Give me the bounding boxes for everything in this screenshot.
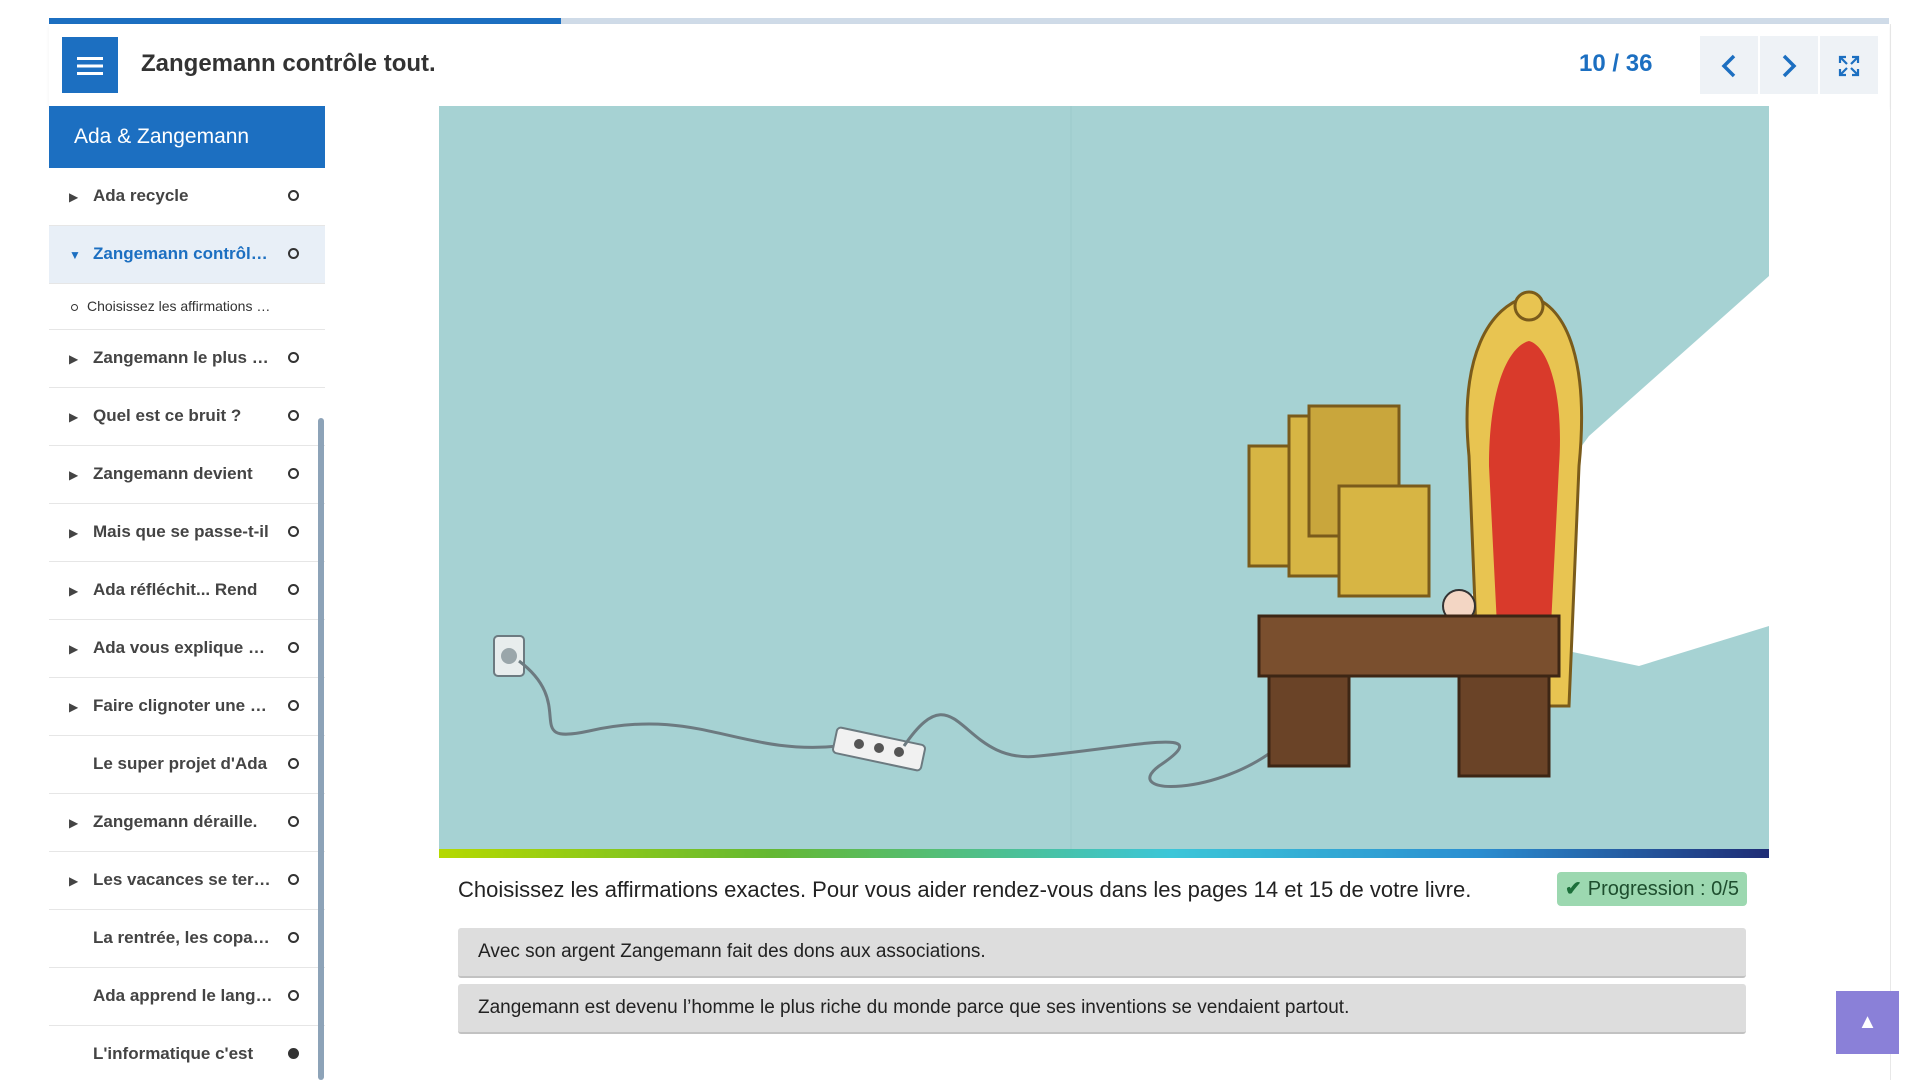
toc-item-zangemann-devient[interactable]: ▶ Zangemann devient: [49, 446, 325, 504]
caret-right-icon: ▶: [69, 410, 79, 424]
toc-item-label: Ada recycle: [93, 186, 189, 205]
status-circle-icon: [288, 352, 299, 363]
caret-right-icon: ▶: [69, 584, 79, 598]
toc-item-label: Faire clignoter une LED: [93, 696, 273, 715]
menu-icon: [77, 48, 103, 81]
menu-button[interactable]: [62, 37, 118, 93]
toc-item-zangemann-deraille[interactable]: ▶ Zangemann déraille.: [49, 794, 325, 852]
decorative-color-strip: [439, 849, 1769, 858]
toc-item-label: Ada vous explique comment: [93, 638, 273, 657]
top-bar: Zangemann contrôle tout. 10 / 36: [49, 24, 1889, 107]
next-page-button[interactable]: [1760, 36, 1818, 94]
toc-item-faire-clignoter[interactable]: ▶ Faire clignoter une LED: [49, 678, 325, 736]
previous-page-button[interactable]: [1700, 36, 1758, 94]
toc-item-label: Zangemann le plus riche: [93, 348, 273, 367]
bullet-icon: [71, 304, 78, 311]
caret-right-icon: ▶: [69, 642, 79, 656]
toc-item-ada-reflechit[interactable]: ▶ Ada réfléchit... Rend: [49, 562, 325, 620]
check-icon: ✔: [1565, 878, 1582, 900]
toc-item-zangemann-controle[interactable]: ▼ Zangemann contrôle tout.: [49, 226, 325, 284]
toc-item-label: La rentrée, les copains: [93, 928, 273, 947]
toc-item-label: Les vacances se terminent: [93, 870, 273, 889]
status-circle-icon: [288, 526, 299, 537]
progression-badge: ✔ Progression : 0/5: [1557, 872, 1747, 906]
page-title: Zangemann contrôle tout.: [141, 50, 436, 77]
toc-item-super-projet[interactable]: Le super projet d'Ada: [49, 736, 325, 794]
caret-right-icon: ▶: [69, 874, 79, 888]
toc-item-label: Ada apprend le langage: [93, 986, 273, 1005]
chevron-left-icon: [1720, 48, 1738, 81]
toc-subitem-label: Choisissez les affirmations exactes: [87, 298, 275, 314]
status-circle-icon: [288, 248, 299, 259]
toc-item-ada-apprend[interactable]: Ada apprend le langage: [49, 968, 325, 1026]
scroll-to-top-button[interactable]: ▲: [1836, 991, 1899, 1054]
caret-right-icon: ▶: [69, 526, 79, 540]
toc-item-zangemann-riche[interactable]: ▶ Zangemann le plus riche: [49, 330, 325, 388]
toc-item-label: L'informatique c'est: [93, 1044, 254, 1063]
status-circle-icon: [288, 410, 299, 421]
current-page: 10: [1579, 50, 1606, 77]
caret-right-icon: ▶: [69, 468, 79, 482]
toc-item-label: Zangemann devient: [93, 464, 253, 483]
arrow-up-icon: ▲: [1857, 1011, 1878, 1033]
status-circle-icon: [288, 700, 299, 711]
status-circle-icon: [288, 874, 299, 885]
answer-option[interactable]: Avec son argent Zangemann fait des dons …: [458, 928, 1746, 978]
toc-item-label: Mais que se passe-t-il: [93, 522, 269, 541]
caret-right-icon: ▶: [69, 352, 79, 366]
fullscreen-icon: [1838, 48, 1860, 81]
total-pages: 36: [1625, 50, 1653, 77]
toc-item-rentree[interactable]: La rentrée, les copains: [49, 910, 325, 968]
toc-item-vacances[interactable]: ▶ Les vacances se terminent: [49, 852, 325, 910]
status-filled-circle-icon: [288, 1048, 299, 1059]
status-circle-icon: [288, 816, 299, 827]
caret-right-icon: ▶: [69, 700, 79, 714]
toc-item-ada-recycle[interactable]: ▶ Ada recycle: [49, 168, 325, 226]
question-text: Choisissez les affirmations exactes. Pou…: [458, 877, 1472, 902]
status-circle-icon: [288, 758, 299, 769]
status-circle-icon: [288, 990, 299, 1001]
toc-item-label: Le super projet d'Ada: [93, 754, 268, 773]
story-illustration: [439, 106, 1769, 849]
toc-item-informatique[interactable]: L'informatique c'est: [49, 1026, 325, 1080]
toc-item-quel-bruit[interactable]: ▶ Quel est ce bruit ?: [49, 388, 325, 446]
sidebar-scrollbar[interactable]: [318, 418, 324, 1080]
toc-subitem-choisissez[interactable]: Choisissez les affirmations exactes: [49, 284, 325, 330]
status-circle-icon: [288, 642, 299, 653]
sidebar-title: Ada & Zangemann: [49, 106, 325, 168]
caret-right-icon: ▶: [69, 816, 79, 830]
chevron-right-icon: [1780, 48, 1798, 81]
status-circle-icon: [288, 468, 299, 479]
status-circle-icon: [288, 584, 299, 595]
page-counter: 10 / 36: [1579, 50, 1652, 78]
toc-item-label: Zangemann contrôle tout.: [93, 244, 273, 263]
toc-item-label: Ada réfléchit... Rend: [93, 580, 258, 599]
status-circle-icon: [288, 932, 299, 943]
status-circle-icon: [288, 190, 299, 201]
sidebar-toc: Ada & Zangemann ▶ Ada recycle ▼ Zangeman…: [49, 106, 326, 1080]
toc-item-ada-explique[interactable]: ▶ Ada vous explique comment: [49, 620, 325, 678]
toc-item-label: Zangemann déraille.: [93, 812, 258, 831]
progression-label: Progression : 0/5: [1587, 878, 1739, 900]
answer-option[interactable]: Zangemann est devenu l’homme le plus ric…: [458, 984, 1746, 1034]
fullscreen-button[interactable]: [1820, 36, 1878, 94]
caret-right-icon: ▶: [69, 190, 79, 204]
toc-item-label: Quel est ce bruit ?: [93, 406, 242, 425]
caret-down-icon: ▼: [69, 248, 81, 262]
toc-item-mais-que[interactable]: ▶ Mais que se passe-t-il: [49, 504, 325, 562]
page-separator: /: [1612, 50, 1620, 77]
